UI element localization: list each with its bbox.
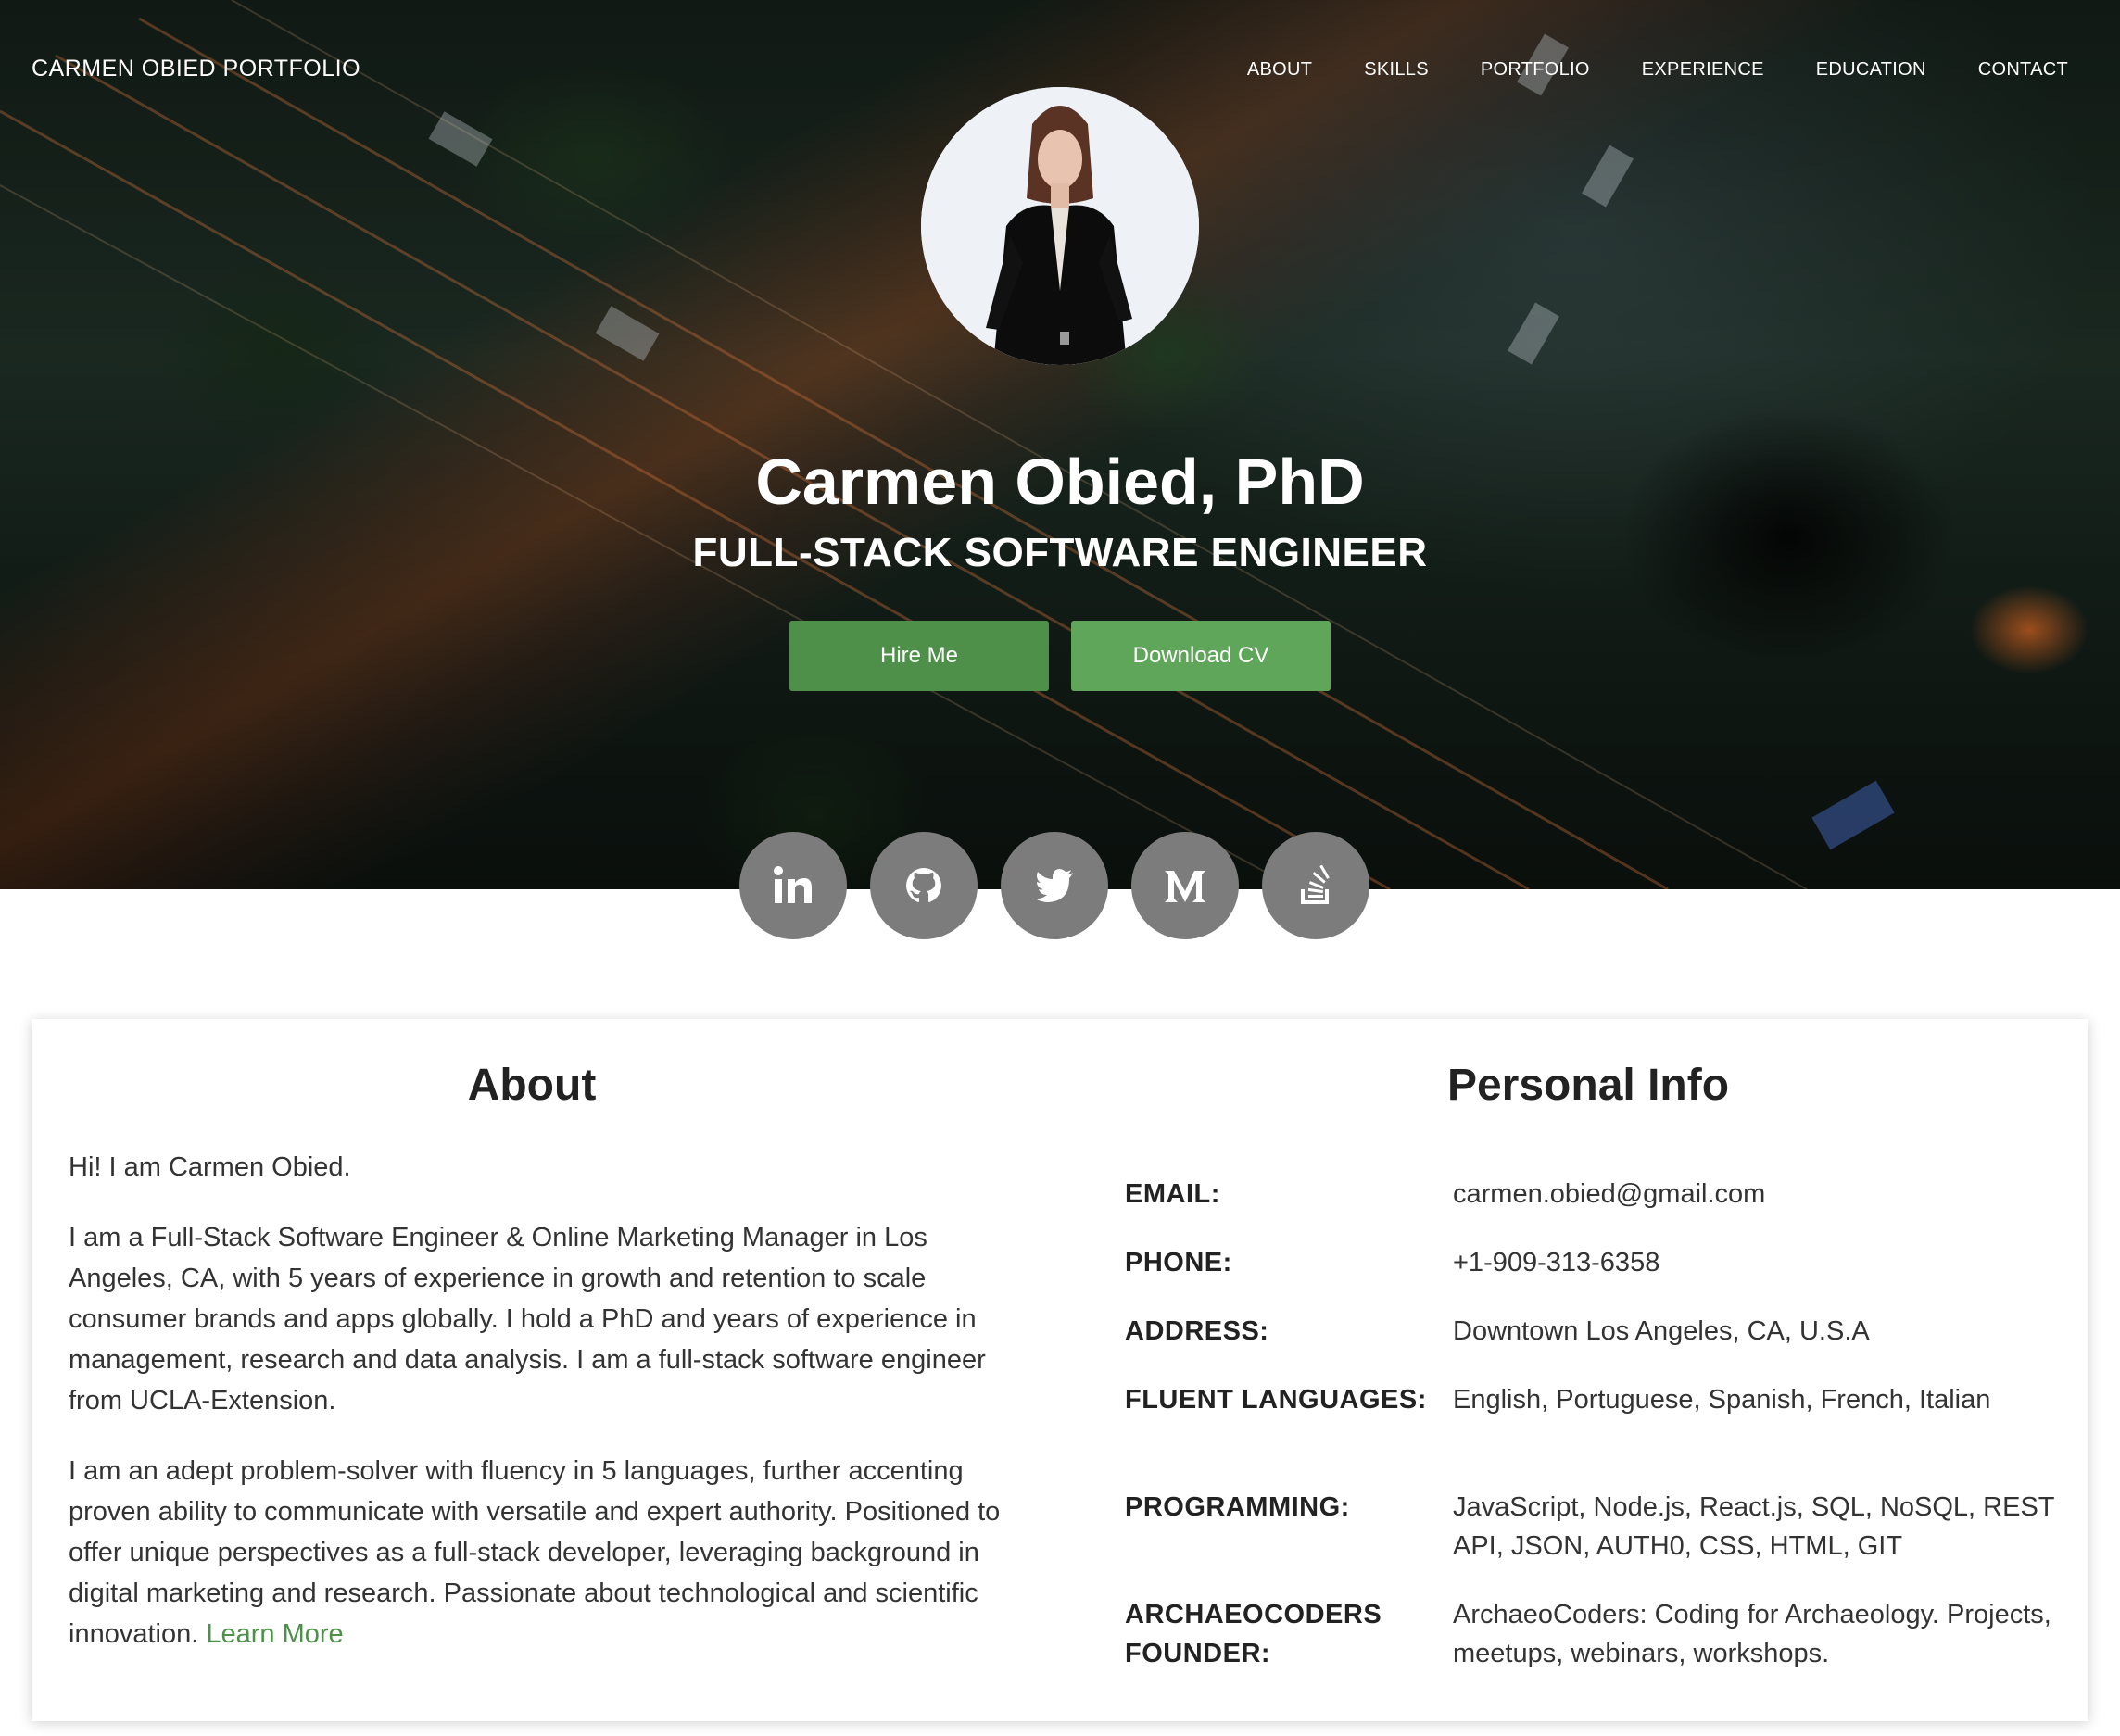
nav-menu: ABOUT SKILLS PORTFOLIO EXPERIENCE EDUCAT… — [1247, 59, 2068, 81]
hero-job-title: FULL-STACK SOFTWARE ENGINEER — [692, 530, 1428, 575]
nav-link-contact[interactable]: CONTACT — [1978, 59, 2068, 81]
linkedin-icon — [774, 866, 812, 903]
twitter-link[interactable] — [1001, 832, 1108, 939]
nav-link-about[interactable]: ABOUT — [1247, 59, 1312, 81]
about-text: Hi! I am Carmen Obied. I am a Full-Stack… — [69, 1147, 1032, 1684]
twitter-icon — [1035, 869, 1073, 902]
nav-link-education[interactable]: EDUCATION — [1816, 59, 1926, 81]
github-icon — [906, 868, 941, 902]
hero-name-heading: Carmen Obied, PhD — [755, 446, 1365, 518]
about-paragraph-3: I am an adept problem-solver with fluenc… — [69, 1451, 1032, 1654]
social-links — [739, 832, 1369, 939]
nav-link-portfolio[interactable]: PORTFOLIO — [1481, 59, 1590, 81]
info-label: ARCHAEOCODERS FOUNDER: — [1125, 1600, 1382, 1668]
download-cv-button[interactable]: Download CV — [1071, 621, 1331, 691]
info-label: PROGRAMMING: — [1125, 1492, 1350, 1522]
nav-link-experience[interactable]: EXPERIENCE — [1642, 59, 1764, 81]
info-label: ADDRESS: — [1125, 1316, 1269, 1346]
about-card: About Hi! I am Carmen Obied. I am a Full… — [32, 1019, 2088, 1721]
medium-icon — [1165, 871, 1205, 902]
info-label: FLUENT LANGUAGES: — [1125, 1385, 1427, 1415]
personal-info-heading: Personal Info — [1446, 1061, 1730, 1110]
info-value: Downtown Los Angeles, CA, U.S.A — [1453, 1316, 1870, 1346]
profile-avatar — [921, 87, 1199, 365]
stackoverflow-icon — [1301, 865, 1330, 904]
nav-link-skills[interactable]: SKILLS — [1364, 59, 1429, 81]
info-value: ArchaeoCoders: Coding for Archaeology. P… — [1453, 1600, 2051, 1668]
info-value: +1-909-313-6358 — [1453, 1248, 1660, 1277]
about-paragraph-1: Hi! I am Carmen Obied. — [69, 1152, 351, 1182]
info-label: PHONE: — [1125, 1248, 1232, 1277]
info-value: English, Portuguese, Spanish, French, It… — [1453, 1385, 1991, 1415]
stackoverflow-link[interactable] — [1262, 832, 1369, 939]
info-value: JavaScript, Node.js, React.js, SQL, NoSQ… — [1453, 1492, 2054, 1561]
about-paragraph-2: I am a Full-Stack Software Engineer & On… — [69, 1223, 986, 1415]
linkedin-link[interactable] — [739, 832, 847, 939]
profile-photo — [921, 87, 1199, 365]
medium-link[interactable] — [1131, 832, 1239, 939]
hire-me-button[interactable]: Hire Me — [789, 621, 1049, 691]
about-heading: About — [467, 1061, 597, 1110]
brand-logo-text[interactable]: CARMEN OBIED PORTFOLIO — [32, 56, 360, 82]
learn-more-link[interactable]: Learn More — [206, 1619, 343, 1649]
info-value: carmen.obied@gmail.com — [1453, 1179, 1766, 1209]
github-link[interactable] — [870, 832, 978, 939]
info-label: EMAIL: — [1125, 1179, 1220, 1209]
